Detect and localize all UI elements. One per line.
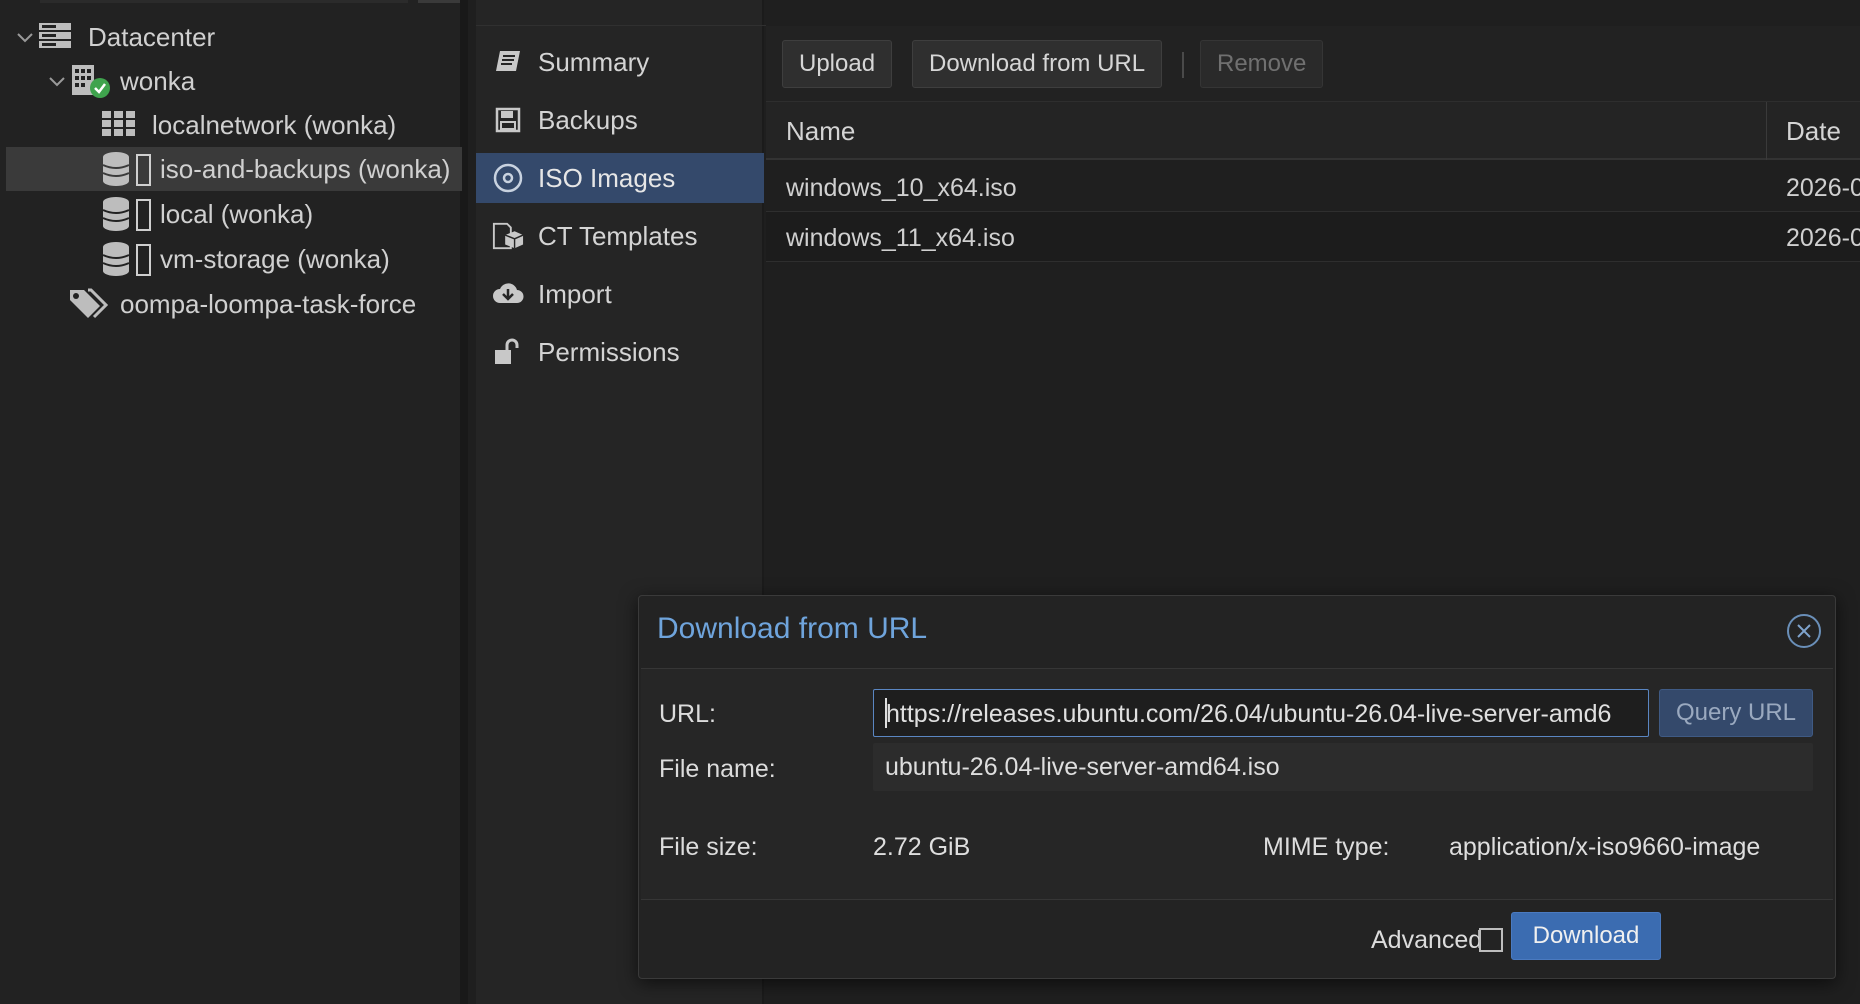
upload-button[interactable]: Upload — [782, 40, 893, 88]
download-from-url-button[interactable]: Download from URL — [912, 40, 1163, 88]
chevron-down-icon[interactable] — [48, 73, 66, 91]
floppy-icon — [492, 104, 524, 136]
tree-top-scroll-edge — [0, 0, 460, 4]
resource-tree: Datacenter wonka localnetwork (wonka) is… — [0, 0, 468, 1004]
download-button[interactable]: Download — [1511, 912, 1661, 960]
filesize-label: File size: — [659, 833, 758, 861]
cell-name: windows_10_x64.iso — [786, 174, 1017, 202]
templates-icon — [492, 220, 524, 252]
tree-item-vm-storage[interactable]: vm-storage (wonka) — [6, 237, 462, 281]
storage-icon — [102, 196, 154, 232]
filename-field[interactable]: ubuntu-26.04-live-server-amd64.iso — [873, 743, 1813, 791]
tree-item-label: Datacenter — [88, 22, 216, 52]
nav-item-label: Backups — [538, 104, 638, 135]
tree-item-iso-and-backups[interactable]: iso-and-backups (wonka) — [6, 147, 462, 191]
storage-icon — [102, 151, 154, 187]
nav-item-label: Import — [538, 278, 612, 309]
advanced-checkbox[interactable] — [1479, 928, 1503, 952]
tree-item-label: localnetwork (wonka) — [152, 110, 397, 140]
tree-item-localnetwork[interactable]: localnetwork (wonka) — [6, 103, 462, 147]
sdn-zone-icon — [102, 111, 136, 137]
tree-item-node-wonka[interactable]: wonka — [6, 59, 462, 103]
tree-item-label: iso-and-backups (wonka) — [160, 154, 451, 184]
url-input-value: https://releases.ubuntu.com/26.04/ubuntu… — [886, 700, 1612, 728]
filesize-value: 2.72 GiB — [873, 833, 971, 861]
table-row[interactable]: windows_10_x64.iso 2026-0 — [766, 162, 1860, 212]
node-online-icon — [70, 63, 110, 99]
filename-value: ubuntu-26.04-live-server-amd64.iso — [885, 753, 1280, 781]
advanced-label: Advanced — [1371, 926, 1483, 954]
cloud-download-icon — [492, 278, 524, 310]
dialog-title: Download from URL — [657, 612, 928, 645]
nav-item-label: Permissions — [538, 336, 680, 367]
chevron-down-icon[interactable] — [16, 29, 34, 47]
mime-value: application/x-iso9660-image — [1449, 833, 1761, 861]
nav-item-summary[interactable]: Summary — [476, 37, 764, 87]
column-header-name[interactable]: Name — [786, 116, 855, 147]
tree-item-label: wonka — [120, 66, 196, 96]
disc-icon — [492, 162, 524, 194]
remove-button[interactable]: Remove — [1200, 40, 1324, 88]
grid-header: Name Date — [766, 102, 1860, 160]
tree-item-datacenter[interactable]: Datacenter — [6, 15, 462, 59]
tree-item-label: local (wonka) — [160, 199, 314, 229]
tags-icon — [68, 288, 108, 320]
cell-name: windows_11_x64.iso — [786, 224, 1015, 252]
nav-item-iso-images[interactable]: ISO Images — [476, 153, 764, 203]
tree-item-oompa-loompa-task-force[interactable]: oompa-loompa-task-force — [6, 282, 462, 326]
tree-item-label: vm-storage (wonka) — [160, 244, 390, 274]
book-icon — [492, 46, 524, 78]
nav-item-label: CT Templates — [538, 220, 698, 251]
url-input[interactable]: https://releases.ubuntu.com/26.04/ubuntu… — [873, 689, 1649, 737]
cell-date: 2026-0 — [1786, 174, 1860, 202]
download-from-url-dialog: Download from URL URL: https://releases.… — [638, 595, 1836, 979]
nav-item-label: Summary — [538, 46, 650, 77]
cell-date: 2026-0 — [1786, 224, 1860, 252]
url-label: URL: — [659, 700, 716, 728]
column-resize-handle[interactable] — [1766, 102, 1767, 160]
dialog-footer: Advanced Download — [639, 902, 1835, 978]
mime-label: MIME type: — [1263, 833, 1390, 861]
nav-item-permissions[interactable]: Permissions — [476, 327, 764, 377]
storage-icon — [102, 241, 154, 277]
nav-item-label: ISO Images — [538, 162, 676, 193]
toolbar-separator — [1182, 52, 1184, 78]
nav-item-import[interactable]: Import — [476, 269, 764, 319]
query-url-button[interactable]: Query URL — [1659, 689, 1813, 737]
column-header-date[interactable]: Date — [1786, 116, 1841, 147]
datacenter-icon — [38, 21, 72, 51]
filename-label: File name: — [659, 755, 776, 783]
close-icon[interactable] — [1787, 614, 1821, 648]
toolbar: Upload Download from URL Remove — [766, 26, 1860, 102]
table-row[interactable]: windows_11_x64.iso 2026-0 — [766, 212, 1860, 262]
tree-item-local[interactable]: local (wonka) — [6, 192, 462, 236]
tree-item-label: oompa-loompa-task-force — [120, 289, 417, 319]
nav-item-backups[interactable]: Backups — [476, 95, 764, 145]
dialog-form: URL: https://releases.ubuntu.com/26.04/u… — [641, 668, 1833, 900]
nav-item-ct-templates[interactable]: CT Templates — [476, 211, 764, 261]
unlock-icon — [492, 336, 524, 368]
